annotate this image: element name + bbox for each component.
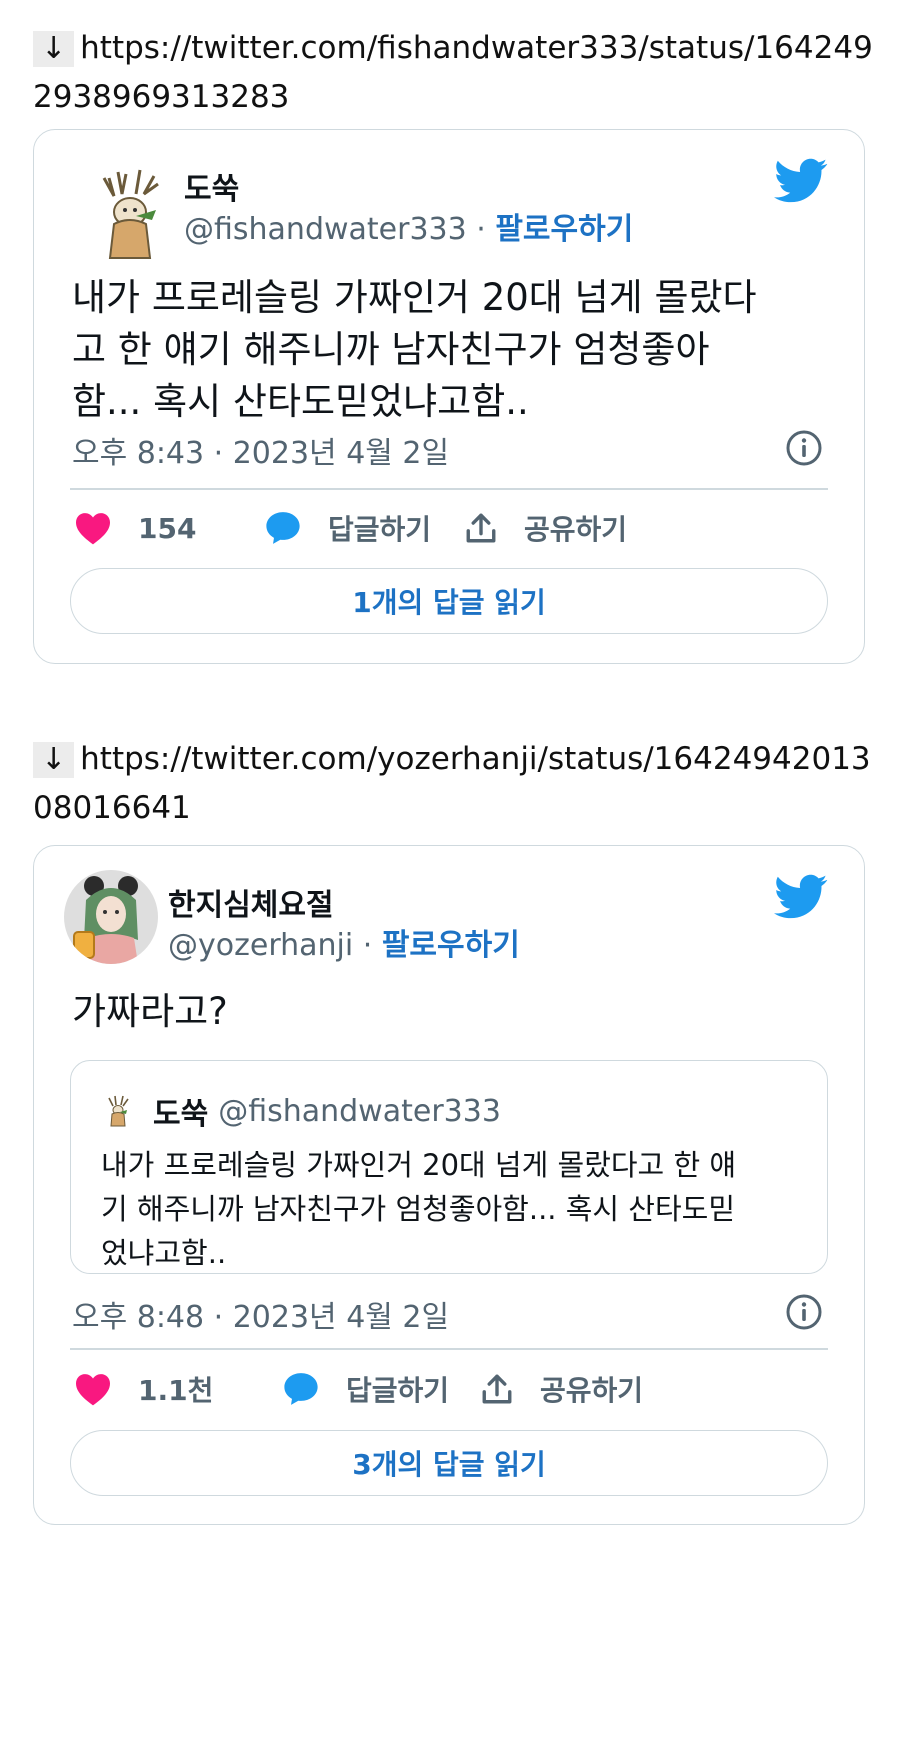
tweet-url[interactable]: https://twitter.com/yozerhanji/status/16… bbox=[33, 741, 871, 826]
like-count: 154 bbox=[138, 511, 197, 545]
avatar[interactable] bbox=[74, 158, 184, 268]
tweet-link-1[interactable]: ↓ https://twitter.com/fishandwater333/sta… bbox=[33, 24, 873, 122]
quoted-tweet-header: 도쑥 @fishandwater333 bbox=[101, 1089, 501, 1133]
timestamp[interactable]: 오후 8:48 · 2023년 4월 2일 bbox=[72, 1292, 449, 1336]
twitter-bird-icon[interactable] bbox=[774, 158, 828, 204]
action-bar: 154 답글하기 공유하기 bbox=[74, 503, 824, 553]
action-bar: 1.1천 답글하기 공유하기 bbox=[74, 1364, 824, 1414]
heart-icon bbox=[76, 1374, 110, 1406]
follow-button[interactable]: 팔로우하기 bbox=[382, 928, 520, 963]
share-upload-icon bbox=[482, 1374, 512, 1404]
tweet-card-2: 한지심체요절 @yozerhanji · 팔로우하기 가짜라고? 도쑥 @fis… bbox=[33, 845, 865, 1525]
share-label: 공유하기 bbox=[540, 1374, 644, 1407]
reply-label: 답글하기 bbox=[328, 513, 432, 546]
quoted-tweet[interactable]: 도쑥 @fishandwater333 내가 프로레슬링 가짜인거 20대 넘게… bbox=[70, 1060, 828, 1274]
heart-icon bbox=[76, 513, 110, 545]
read-replies-button[interactable]: 3개의 답글 읽기 bbox=[70, 1430, 828, 1496]
info-circle-icon[interactable] bbox=[784, 1292, 824, 1332]
share-button[interactable]: 공유하기 bbox=[480, 1364, 643, 1414]
display-name[interactable]: 한지심체요절 bbox=[168, 880, 334, 924]
separator: · bbox=[466, 212, 496, 247]
read-replies-button[interactable]: 1개의 답글 읽기 bbox=[70, 568, 828, 634]
like-button[interactable]: 154 bbox=[74, 503, 196, 553]
tweet-text: 내가 프로레슬링 가짜인거 20대 넘게 몰랐다고 한 얘기 해주니까 남자친구… bbox=[72, 276, 757, 423]
quoted-tweet-text: 내가 프로레슬링 가짜인거 20대 넘게 몰랐다고 한 얘기 해주니까 남자친구… bbox=[101, 1148, 737, 1270]
reply-label: 답글하기 bbox=[346, 1374, 450, 1407]
share-label: 공유하기 bbox=[524, 513, 628, 546]
deer-avatar-icon bbox=[108, 1095, 129, 1127]
reply-button[interactable]: 답글하기 bbox=[282, 1364, 449, 1414]
follow-button[interactable]: 팔로우하기 bbox=[495, 212, 633, 247]
share-button[interactable]: 공유하기 bbox=[464, 503, 627, 553]
speech-bubble-icon bbox=[266, 512, 300, 544]
share-upload-icon bbox=[466, 513, 496, 543]
speech-bubble-icon bbox=[284, 1373, 318, 1405]
handle[interactable]: @yozerhanji bbox=[168, 928, 353, 963]
tweet-url[interactable]: https://twitter.com/fishandwater333/stat… bbox=[33, 30, 873, 115]
like-count: 1.1천 bbox=[138, 1374, 214, 1407]
display-name[interactable]: 도쑥 bbox=[184, 164, 239, 208]
down-arrow-icon: ↓ bbox=[33, 31, 75, 67]
quoted-handle: @fishandwater333 bbox=[218, 1093, 501, 1129]
info-circle-icon[interactable] bbox=[784, 428, 824, 468]
tweet-card-1: 도쑥 @fishandwater333 · 팔로우하기 내가 프로레슬링 가짜인… bbox=[33, 129, 865, 664]
timestamp[interactable]: 오후 8:43 · 2023년 4월 2일 bbox=[72, 428, 449, 472]
divider bbox=[70, 1348, 828, 1350]
handle-row: @yozerhanji · 팔로우하기 bbox=[168, 920, 520, 964]
tweet-link-2[interactable]: ↓ https://twitter.com/yozerhanji/status/1… bbox=[33, 735, 873, 833]
twitter-bird-icon[interactable] bbox=[774, 874, 828, 920]
down-arrow-icon: ↓ bbox=[33, 742, 75, 778]
anime-girl-avatar-icon bbox=[64, 870, 158, 964]
quoted-display-name: 도쑥 bbox=[153, 1097, 209, 1132]
handle-row: @fishandwater333 · 팔로우하기 bbox=[184, 204, 633, 248]
avatar[interactable] bbox=[64, 870, 158, 964]
deer-avatar-icon bbox=[74, 158, 184, 268]
reply-button[interactable]: 답글하기 bbox=[264, 503, 431, 553]
separator: · bbox=[353, 928, 382, 963]
like-button[interactable]: 1.1천 bbox=[74, 1364, 213, 1414]
divider bbox=[70, 488, 828, 490]
tweet-text: 가짜라고? bbox=[72, 990, 228, 1033]
handle[interactable]: @fishandwater333 bbox=[184, 212, 467, 247]
